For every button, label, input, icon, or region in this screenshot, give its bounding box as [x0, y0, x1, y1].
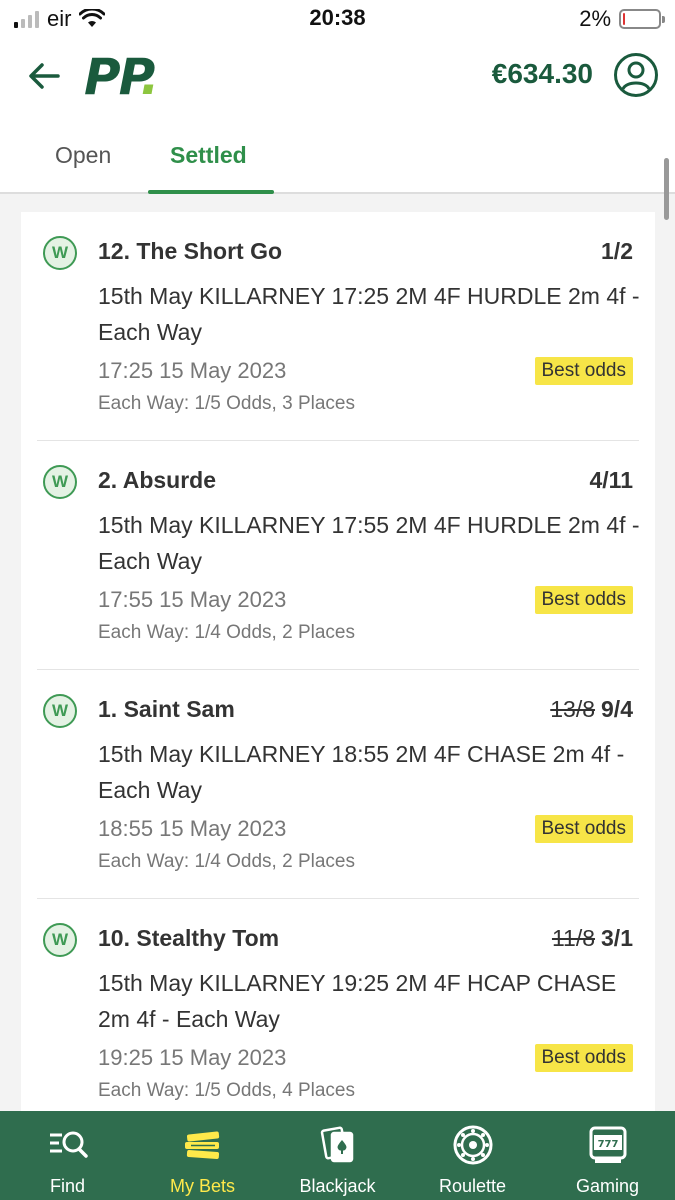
nav-find[interactable]: Find — [0, 1111, 135, 1200]
won-icon: W — [43, 694, 77, 728]
market-description: 15th May KILLARNEY 18:55 2M 4F CHASE 2m … — [98, 741, 625, 803]
tab-open[interactable]: Open — [55, 142, 111, 169]
bet-tabs: Open Settled — [0, 118, 675, 194]
status-right: 2% — [579, 6, 665, 32]
battery-percent: 2% — [579, 6, 611, 31]
logo-text: PP — [84, 48, 142, 106]
logo-dot: . — [140, 48, 159, 106]
best-odds-badge: Best odds — [534, 815, 633, 843]
blackjack-icon — [320, 1126, 353, 1163]
bottom-nav: Find My Bets Blackjack Roulette 777 Gami… — [0, 1111, 675, 1200]
paddy-power-logo[interactable]: PP. — [84, 48, 159, 106]
selection-name: 10. Stealthy Tom — [98, 925, 280, 951]
selection-name: 1. Saint Sam — [98, 696, 235, 722]
best-odds-badge: Best odds — [534, 1044, 633, 1072]
roulette-icon — [453, 1125, 492, 1165]
nav-gaming[interactable]: 777 Gaming — [540, 1111, 675, 1200]
best-odds-badge: Best odds — [534, 357, 633, 385]
selection-name: 12. The Short Go — [98, 238, 283, 264]
bet-leg[interactable]: W 2. Absurde 4/11 15th May KILLARNEY 17:… — [37, 441, 640, 670]
tab-settled[interactable]: Settled — [170, 142, 247, 169]
won-icon: W — [43, 236, 77, 270]
nav-blackjack-label: Blackjack — [299, 1176, 376, 1196]
back-arrow-icon[interactable] — [24, 56, 64, 96]
original-odds: 13/8 — [550, 696, 596, 722]
market-description: 15th May KILLARNEY 19:25 2M 4F HCAP CHAS… — [98, 970, 617, 1032]
market-description: 15th May KILLARNEY 17:55 2M 4F HURDLE 2m… — [98, 512, 640, 574]
won-icon: W — [43, 465, 77, 499]
odds-value: 9/4 — [601, 696, 633, 722]
my-bets-icon — [184, 1131, 219, 1159]
odds: 4/11 — [590, 467, 634, 494]
each-way-terms: Each Way: 1/4 Odds, 2 Places — [98, 851, 355, 872]
bet-leg[interactable]: W 1. Saint Sam 13/8 9/4 15th May KILLARNE… — [37, 670, 639, 899]
nav-roulette[interactable]: Roulette — [405, 1111, 540, 1200]
nav-blackjack[interactable]: Blackjack — [270, 1111, 405, 1200]
battery-icon — [619, 9, 665, 29]
each-way-terms: Each Way: 1/4 Odds, 2 Places — [98, 622, 355, 643]
nav-roulette-label: Roulette — [438, 1176, 507, 1196]
odds: 11/8 3/1 — [552, 925, 633, 952]
event-datetime: 19:25 15 May 2023 — [98, 1045, 287, 1070]
event-datetime: 17:55 15 May 2023 — [98, 587, 287, 612]
nav-my-bets[interactable]: My Bets — [135, 1111, 270, 1200]
status-bar: eir 20:38 2% — [0, 0, 675, 38]
status-time: 20:38 — [309, 5, 366, 30]
odds: 13/8 9/4 — [550, 696, 633, 723]
app-header: PP. €634.30 — [0, 38, 675, 118]
each-way-terms: Each Way: 1/5 Odds, 4 Places — [98, 1080, 355, 1101]
active-tab-indicator — [148, 190, 274, 194]
selection-name: 2. Absurde — [98, 467, 217, 493]
gaming-icon: 777 — [589, 1126, 626, 1163]
event-datetime: 18:55 15 May 2023 — [98, 816, 287, 841]
odds-value: 1/2 — [601, 238, 633, 264]
market-description: 15th May KILLARNEY 17:25 2M 4F HURDLE 2m… — [98, 283, 640, 345]
odds-value: 3/1 — [601, 925, 633, 951]
best-odds-badge: Best odds — [534, 586, 633, 614]
event-datetime: 17:25 15 May 2023 — [98, 358, 287, 383]
find-icon — [49, 1131, 88, 1158]
scrollbar[interactable] — [664, 158, 669, 220]
svg-text:777: 777 — [597, 1139, 618, 1150]
won-icon: W — [43, 923, 77, 957]
odds: 1/2 — [601, 238, 633, 265]
nav-find-label: Find — [49, 1176, 85, 1196]
settled-bets-list: W 12. The Short Go 1/2 15th May KILLARNE… — [21, 212, 655, 1112]
nav-gaming-label: Gaming — [575, 1176, 640, 1196]
odds-value: 4/11 — [589, 467, 634, 493]
bet-leg[interactable]: W 10. Stealthy Tom 11/8 3/1 15th May KILL… — [37, 899, 639, 1112]
bet-leg[interactable]: W 12. The Short Go 1/2 15th May KILLARNE… — [37, 212, 640, 441]
nav-my-bets-label: My Bets — [169, 1176, 235, 1196]
account-balance[interactable]: €634.30 — [492, 58, 593, 90]
original-odds: 11/8 — [551, 925, 596, 951]
each-way-terms: Each Way: 1/5 Odds, 3 Places — [98, 393, 355, 414]
account-icon[interactable] — [613, 52, 659, 98]
